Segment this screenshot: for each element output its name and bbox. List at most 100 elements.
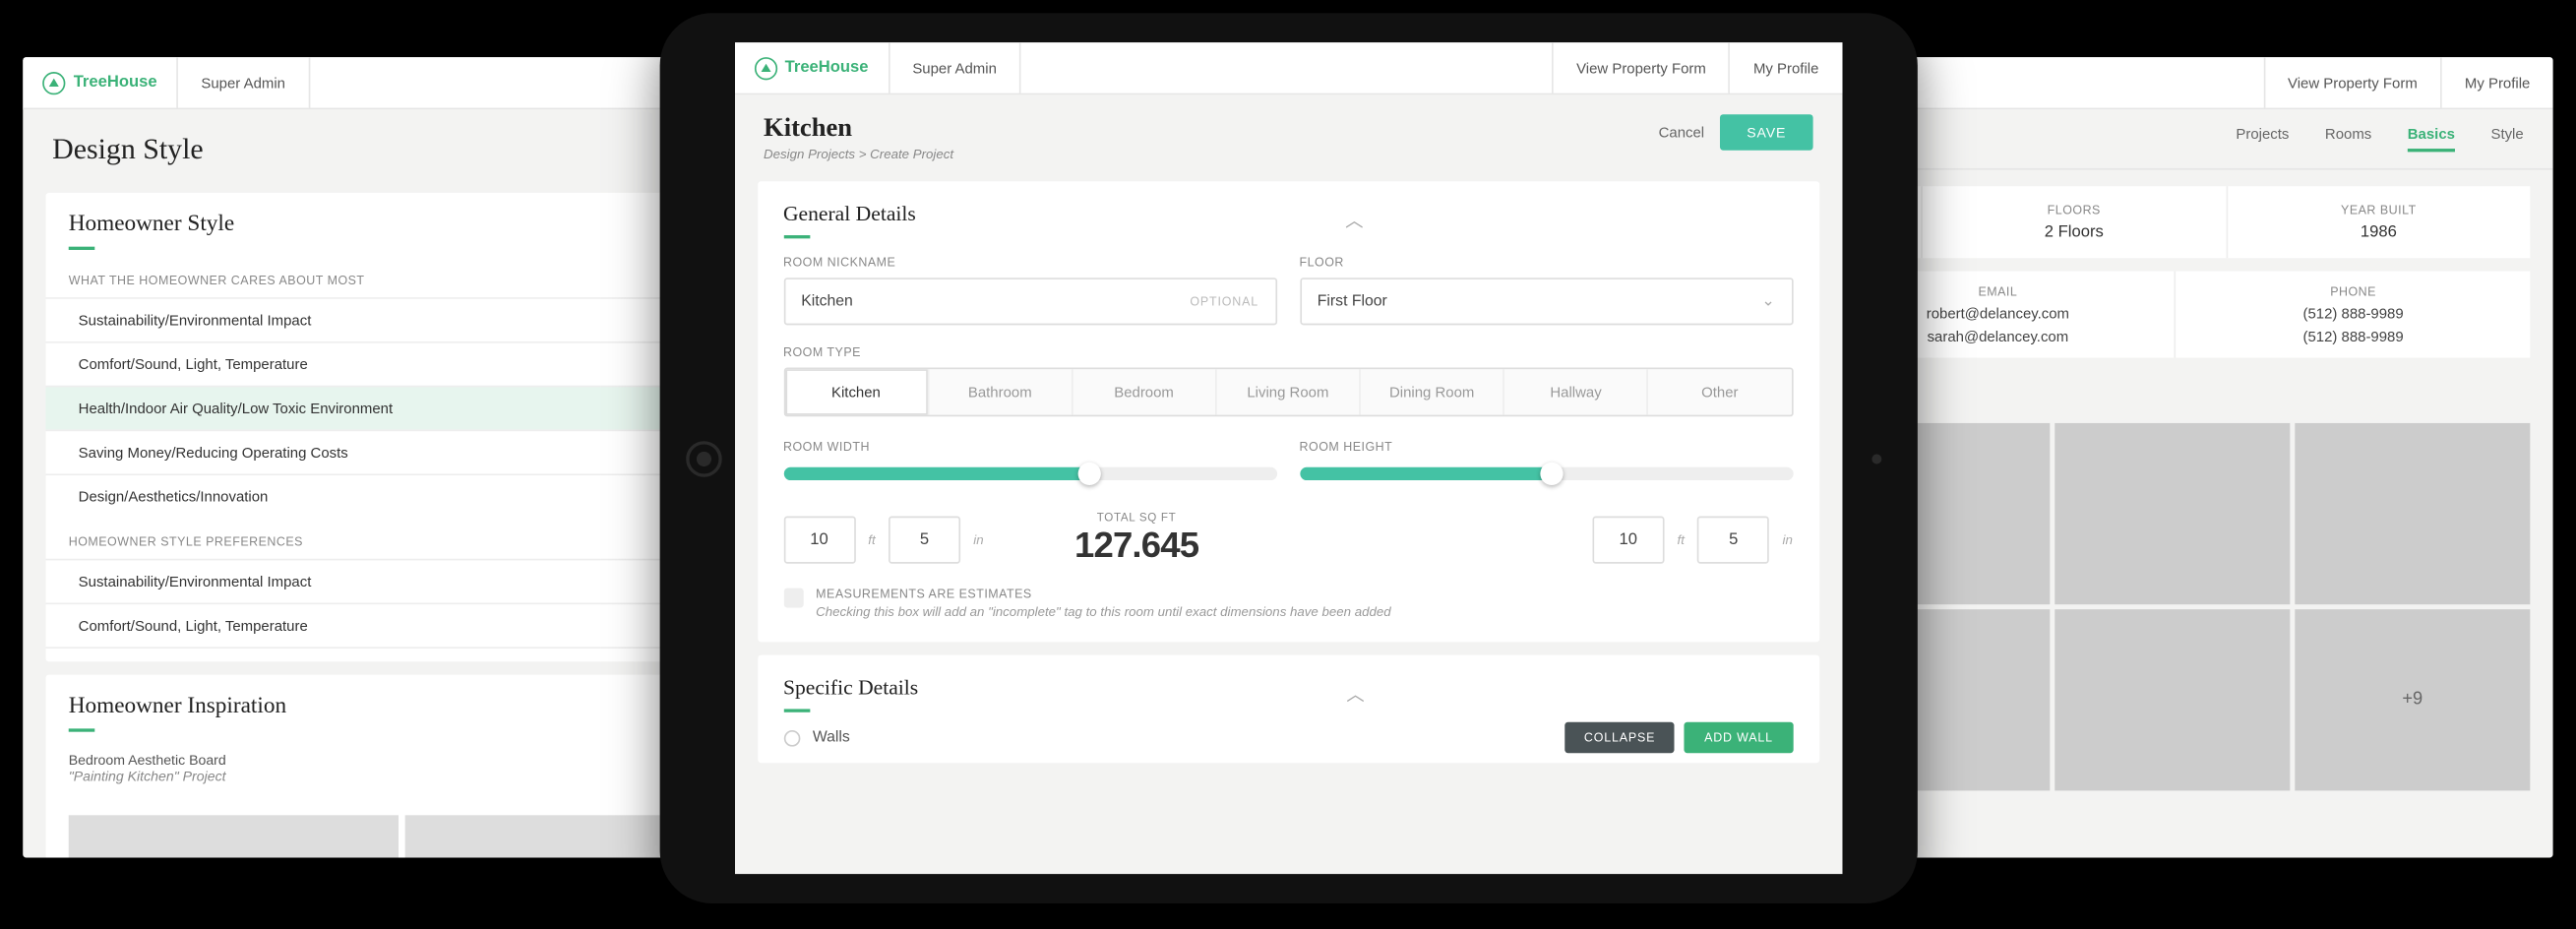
section-title-text: General Details (783, 201, 916, 225)
field-label: ROOM WIDTH (783, 440, 1276, 455)
breadcrumb[interactable]: Design Projects > Create Project (764, 147, 953, 161)
width-slider[interactable] (783, 467, 1276, 480)
field-label: ROOM HEIGHT (1300, 440, 1793, 455)
select-value: First Floor (1318, 292, 1387, 310)
brand[interactable]: TreeHouse (23, 57, 178, 107)
topbar: TreeHouse Super Admin View Property Form… (734, 42, 1841, 94)
stat-label: YEAR BUILT (2237, 203, 2520, 217)
estimates-checkbox[interactable] (783, 588, 803, 608)
page-title: Kitchen (764, 114, 953, 144)
brand-name: TreeHouse (785, 59, 869, 77)
slider-knob[interactable] (1540, 463, 1563, 485)
stat-value: 2 Floors (1932, 223, 2216, 241)
thumbnail[interactable] (69, 815, 399, 857)
tab-rooms[interactable]: Rooms (2325, 126, 2371, 153)
board-subtitle: "Painting Kitchen" Project (69, 768, 226, 799)
chevron-down-icon: ⌄ (1761, 292, 1774, 310)
height-ft-input[interactable]: 10 (1592, 517, 1664, 564)
input-value: Kitchen (801, 292, 853, 310)
section-title: Specific Details ︿ (783, 675, 1793, 712)
stat-value: 1986 (2237, 223, 2520, 241)
room-type-segment: Kitchen Bathroom Bedroom Living Room Din… (783, 368, 1793, 417)
page-header: Kitchen Design Projects > Create Project… (734, 94, 1841, 168)
sqft-label: TOTAL SQ FT (997, 513, 1276, 525)
unit-label: ft (868, 532, 875, 547)
specific-details-card: Specific Details ︿ Walls COLLAPSE ADD WA… (757, 655, 1818, 764)
kitchen-form-screen: TreeHouse Super Admin View Property Form… (734, 42, 1841, 874)
floor-field: FLOOR First Floor ⌄ (1300, 255, 1793, 325)
nickname-field: ROOM NICKNAME Kitchen OPTIONAL (783, 255, 1276, 325)
collapse-button[interactable]: COLLAPSE (1564, 722, 1675, 754)
chevron-up-icon[interactable]: ︿ (1346, 680, 1364, 707)
field-label: ROOM TYPE (783, 344, 1793, 359)
segment-option[interactable]: Dining Room (1359, 369, 1503, 414)
grid-thumbnail[interactable] (2295, 423, 2530, 604)
segment-option[interactable]: Other (1647, 369, 1791, 414)
radio-icon[interactable] (783, 729, 800, 746)
general-details-card: General Details ︿ ROOM NICKNAME Kitchen … (757, 181, 1818, 642)
more-images-button[interactable]: +9 (2295, 609, 2530, 790)
total-sqft: TOTAL SQ FT 127.645 (997, 513, 1276, 567)
brand[interactable]: TreeHouse (734, 42, 889, 93)
sqft-value: 127.645 (997, 525, 1276, 567)
nav-super-admin[interactable]: Super Admin (889, 42, 1021, 93)
width-ft-input[interactable]: 10 (783, 517, 855, 564)
stat-label: FLOORS (1932, 203, 2216, 217)
section-title: Homeowner Inspiration (69, 695, 286, 732)
nickname-input[interactable]: Kitchen OPTIONAL (783, 278, 1276, 325)
contact-phone: PHONE (512) 888-9989 (512) 888-9989 (2175, 272, 2530, 358)
add-wall-button[interactable]: ADD WALL (1685, 722, 1793, 754)
room-height-field: ROOM HEIGHT (1300, 440, 1793, 481)
field-label: ROOM NICKNAME (783, 255, 1276, 270)
stat-year-built: YEAR BUILT 1986 (2226, 186, 2531, 258)
height-dims: 10 ft 5 in (1300, 517, 1793, 564)
room-width-field: ROOM WIDTH (783, 440, 1276, 481)
height-slider[interactable] (1300, 467, 1793, 480)
phone-value[interactable]: (512) 888-9989 (2189, 305, 2517, 322)
brand-name: TreeHouse (74, 74, 157, 92)
segment-option[interactable]: Hallway (1503, 369, 1647, 414)
segment-option[interactable]: Bathroom (927, 369, 1071, 414)
grid-thumbnail[interactable] (2055, 423, 2290, 604)
segment-option[interactable]: Bedroom (1072, 369, 1215, 414)
segment-option[interactable]: Living Room (1215, 369, 1359, 414)
nav-view-property-form[interactable]: View Property Form (2263, 57, 2440, 107)
tab-basics[interactable]: Basics (2408, 126, 2455, 153)
nav-super-admin[interactable]: Super Admin (178, 57, 310, 107)
grid-thumbnail[interactable] (2055, 609, 2290, 790)
field-label: FLOOR (1300, 255, 1793, 270)
unit-label: ft (1678, 532, 1685, 547)
home-button-icon (685, 440, 721, 476)
logo-icon (42, 71, 65, 93)
section-title: General Details ︿ (783, 201, 1793, 238)
tab-projects[interactable]: Projects (2236, 126, 2289, 153)
height-in-input[interactable]: 5 (1697, 517, 1769, 564)
optional-badge: OPTIONAL (1190, 294, 1258, 309)
phone-value[interactable]: (512) 888-9989 (2189, 329, 2517, 345)
tab-style[interactable]: Style (2490, 126, 2523, 153)
width-in-input[interactable]: 5 (889, 517, 960, 564)
floor-select[interactable]: First Floor ⌄ (1300, 278, 1793, 325)
chevron-up-icon[interactable]: ︿ (1345, 207, 1363, 233)
nav-view-property-form[interactable]: View Property Form (1552, 42, 1729, 93)
section-title-text: Specific Details (783, 675, 918, 700)
checkbox-help: Checking this box will add an "incomplet… (816, 604, 1391, 619)
contact-label: PHONE (2189, 284, 2517, 299)
unit-label: in (973, 532, 983, 547)
cancel-button[interactable]: Cancel (1659, 124, 1705, 141)
nav-my-profile[interactable]: My Profile (1729, 42, 1842, 93)
stat-floors: FLOORS 2 Floors (1921, 186, 2226, 258)
segment-option[interactable]: Kitchen (785, 369, 928, 414)
walls-row: Walls COLLAPSE ADD WALL (783, 712, 1793, 754)
unit-label: in (1783, 532, 1793, 547)
checkbox-label: MEASUREMENTS ARE ESTIMATES (816, 587, 1391, 601)
save-button[interactable]: SAVE (1721, 114, 1812, 151)
walls-label: Walls (813, 728, 850, 746)
width-dims: 10 ft 5 in TOTAL SQ FT 127.645 (783, 513, 1276, 567)
slider-knob[interactable] (1077, 463, 1100, 485)
ipad-frame: TreeHouse Super Admin View Property Form… (659, 13, 1917, 903)
nav-my-profile[interactable]: My Profile (2440, 57, 2553, 107)
estimates-checkbox-row: MEASUREMENTS ARE ESTIMATES Checking this… (783, 587, 1793, 619)
logo-icon (754, 56, 776, 79)
camera-icon (1871, 454, 1881, 464)
